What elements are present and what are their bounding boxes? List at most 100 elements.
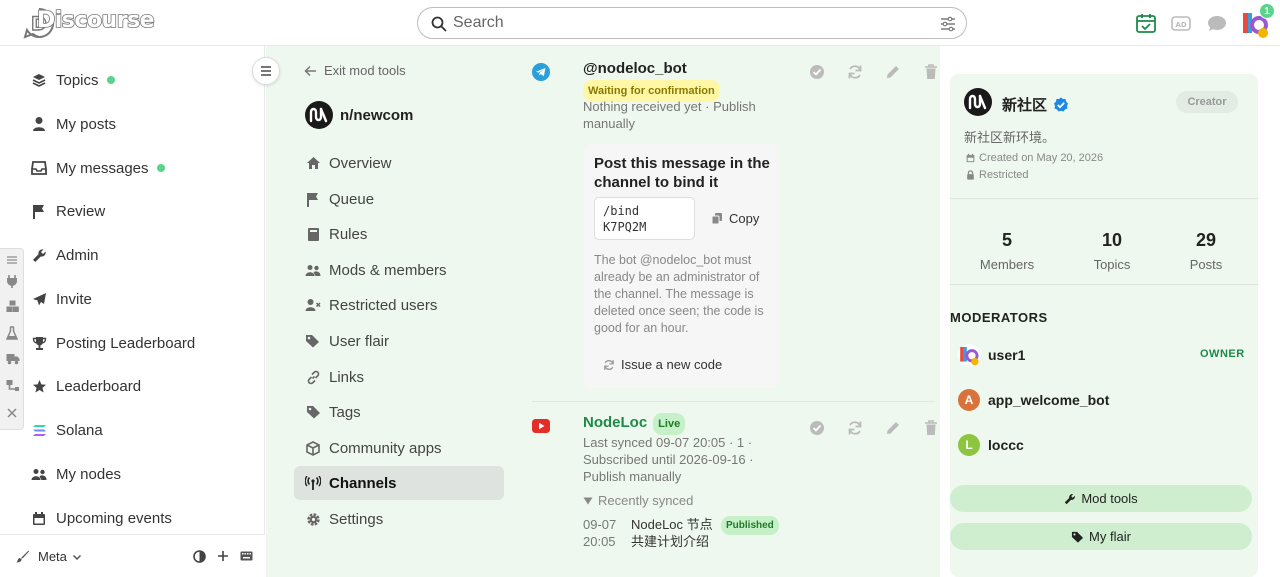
wrench-icon bbox=[30, 248, 48, 263]
created-label: Created on May 20, 2026 bbox=[979, 152, 1104, 164]
moderator-item[interactable]: A app_welcome_bot bbox=[958, 389, 1109, 411]
drag-handle-icon[interactable] bbox=[6, 255, 18, 265]
channel-meta: Last synced 09-07 20:05 · 1 · Subscribed… bbox=[583, 435, 754, 484]
visibility-label: Restricted bbox=[979, 169, 1029, 181]
calendar-icon bbox=[30, 511, 48, 526]
issue-new-code-button[interactable]: Issue a new code bbox=[603, 357, 722, 372]
stat-label: Members bbox=[979, 257, 1035, 272]
flask-icon[interactable] bbox=[6, 326, 18, 340]
chevron-down-icon bbox=[72, 552, 82, 562]
confirm-icon[interactable] bbox=[798, 64, 836, 80]
sidebar-item-leaderboard[interactable]: Leaderboard bbox=[30, 374, 141, 398]
search-bar[interactable] bbox=[417, 7, 967, 39]
community-name: 新社区 bbox=[1002, 97, 1048, 114]
truck-icon[interactable] bbox=[6, 353, 20, 365]
route-icon[interactable] bbox=[6, 379, 19, 392]
sidebar-item-label: Admin bbox=[56, 246, 99, 264]
trophy-icon bbox=[30, 336, 48, 351]
moderator-item[interactable]: L loccc bbox=[958, 434, 1024, 456]
brush-icon bbox=[16, 550, 29, 563]
sidebar-item-label: Upcoming events bbox=[56, 509, 172, 527]
svg-text:AD: AD bbox=[1176, 21, 1187, 29]
modnav-item-tags[interactable]: Tags bbox=[294, 395, 504, 429]
users-icon bbox=[304, 264, 322, 277]
top-header: D Discourse AD 1 bbox=[0, 0, 1280, 46]
theme-toggle-icon[interactable] bbox=[193, 550, 206, 563]
moderator-name: loccc bbox=[988, 437, 1024, 453]
chat-icon[interactable] bbox=[1206, 12, 1228, 34]
channel-name: NodeLoc bbox=[583, 414, 648, 431]
exit-mod-tools-link[interactable]: Exit mod tools bbox=[304, 63, 406, 78]
sidebar-item-my-nodes[interactable]: My nodes bbox=[30, 462, 121, 486]
modnav-item-channels[interactable]: Channels bbox=[294, 466, 504, 500]
plus-icon[interactable] bbox=[217, 550, 229, 562]
cubes-icon[interactable] bbox=[6, 300, 19, 313]
keyboard-icon[interactable] bbox=[240, 551, 253, 561]
copy-label: Copy bbox=[729, 211, 760, 226]
pencil-icon[interactable] bbox=[874, 64, 912, 80]
modnav-item-links[interactable]: Links bbox=[294, 360, 504, 394]
my-flair-button[interactable]: My flair bbox=[950, 523, 1252, 550]
arrow-left-icon bbox=[304, 65, 317, 77]
exit-label: Exit mod tools bbox=[324, 63, 406, 78]
divider bbox=[950, 198, 1258, 199]
sync-title[interactable]: NodeLoc 节点共建计划介绍 bbox=[631, 516, 721, 550]
moderators-heading: MODERATORS bbox=[950, 310, 1048, 325]
telegram-icon bbox=[532, 63, 550, 81]
stat-label: Posts bbox=[1189, 257, 1223, 272]
reissue-label: Issue a new code bbox=[621, 357, 723, 372]
site-logo[interactable]: D Discourse bbox=[22, 6, 155, 40]
avatar: A bbox=[958, 389, 980, 411]
sidebar-item-label: Posting Leaderboard bbox=[56, 334, 196, 352]
community-title: 新社区 bbox=[1002, 94, 1069, 115]
sidebar-item-my-messages[interactable]: My messages bbox=[30, 156, 165, 180]
sidebar-item-label: Leaderboard bbox=[56, 377, 142, 395]
stat-value: 5 bbox=[1001, 230, 1012, 250]
search-icon bbox=[431, 16, 447, 32]
confirm-icon[interactable] bbox=[798, 420, 836, 436]
my-flair-label: My flair bbox=[1089, 529, 1131, 544]
sidebar-item-posting-leaderboard[interactable]: Posting Leaderboard bbox=[30, 331, 195, 355]
sidebar-toggle-button[interactable] bbox=[252, 57, 280, 85]
plug-icon[interactable] bbox=[6, 274, 18, 288]
modnav-item-label: Overview bbox=[329, 154, 392, 172]
sidebar-item-my-posts[interactable]: My posts bbox=[30, 112, 116, 136]
search-input[interactable] bbox=[453, 13, 933, 33]
meta-dropdown[interactable]: Meta bbox=[38, 549, 82, 564]
sidebar-item-admin[interactable]: Admin bbox=[30, 243, 99, 267]
mod-tools-button[interactable]: Mod tools bbox=[950, 485, 1252, 512]
pencil-icon[interactable] bbox=[874, 420, 912, 436]
creator-badge: Creator bbox=[1176, 91, 1238, 113]
copy-button[interactable]: Copy bbox=[711, 211, 759, 226]
recently-synced-toggle[interactable]: Recently synced bbox=[583, 493, 693, 508]
sidebar-item-topics[interactable]: Topics bbox=[30, 68, 115, 92]
modnav-item-overview[interactable]: Overview bbox=[294, 146, 504, 180]
sidebar-item-solana[interactable]: Solana bbox=[30, 418, 103, 442]
notification-badge[interactable]: 1 bbox=[1259, 3, 1275, 19]
modnav-item-restricted-users[interactable]: Restricted users bbox=[294, 288, 504, 322]
divider bbox=[532, 401, 935, 402]
modnav-item-mods-members[interactable]: Mods & members bbox=[294, 253, 504, 287]
modnav-item-rules[interactable]: Rules bbox=[294, 217, 504, 251]
channel-meta: Nothing received yet · Publish manually bbox=[583, 99, 756, 131]
sidebar-item-label: Topics bbox=[56, 71, 99, 89]
recent-label: Recently synced bbox=[598, 493, 694, 508]
modnav-item-community-apps[interactable]: Community apps bbox=[294, 431, 504, 465]
modnav-item-queue[interactable]: Queue bbox=[294, 182, 504, 216]
sidebar-item-upcoming-events[interactable]: Upcoming events bbox=[30, 506, 172, 530]
close-icon[interactable] bbox=[6, 407, 18, 419]
calendar-check-icon[interactable] bbox=[1135, 12, 1157, 34]
modnav-item-settings[interactable]: Settings bbox=[294, 502, 504, 536]
search-filter-icon[interactable] bbox=[940, 16, 956, 32]
refresh-icon[interactable] bbox=[836, 420, 874, 436]
sidebar-item-invite[interactable]: Invite bbox=[30, 287, 92, 311]
refresh-icon[interactable] bbox=[836, 64, 874, 80]
modnav-item-user-flair[interactable]: User flair bbox=[294, 324, 504, 358]
moderator-item[interactable]: user1 bbox=[958, 344, 1025, 366]
sidebar-item-review[interactable]: Review bbox=[30, 199, 105, 223]
bind-title: Post this message in the channel to bind… bbox=[594, 155, 770, 191]
ad-icon[interactable]: AD bbox=[1170, 12, 1192, 34]
bind-code[interactable]: /bind K7PQ2M bbox=[594, 197, 695, 240]
layers-icon bbox=[30, 73, 48, 87]
copy-icon bbox=[711, 212, 723, 225]
